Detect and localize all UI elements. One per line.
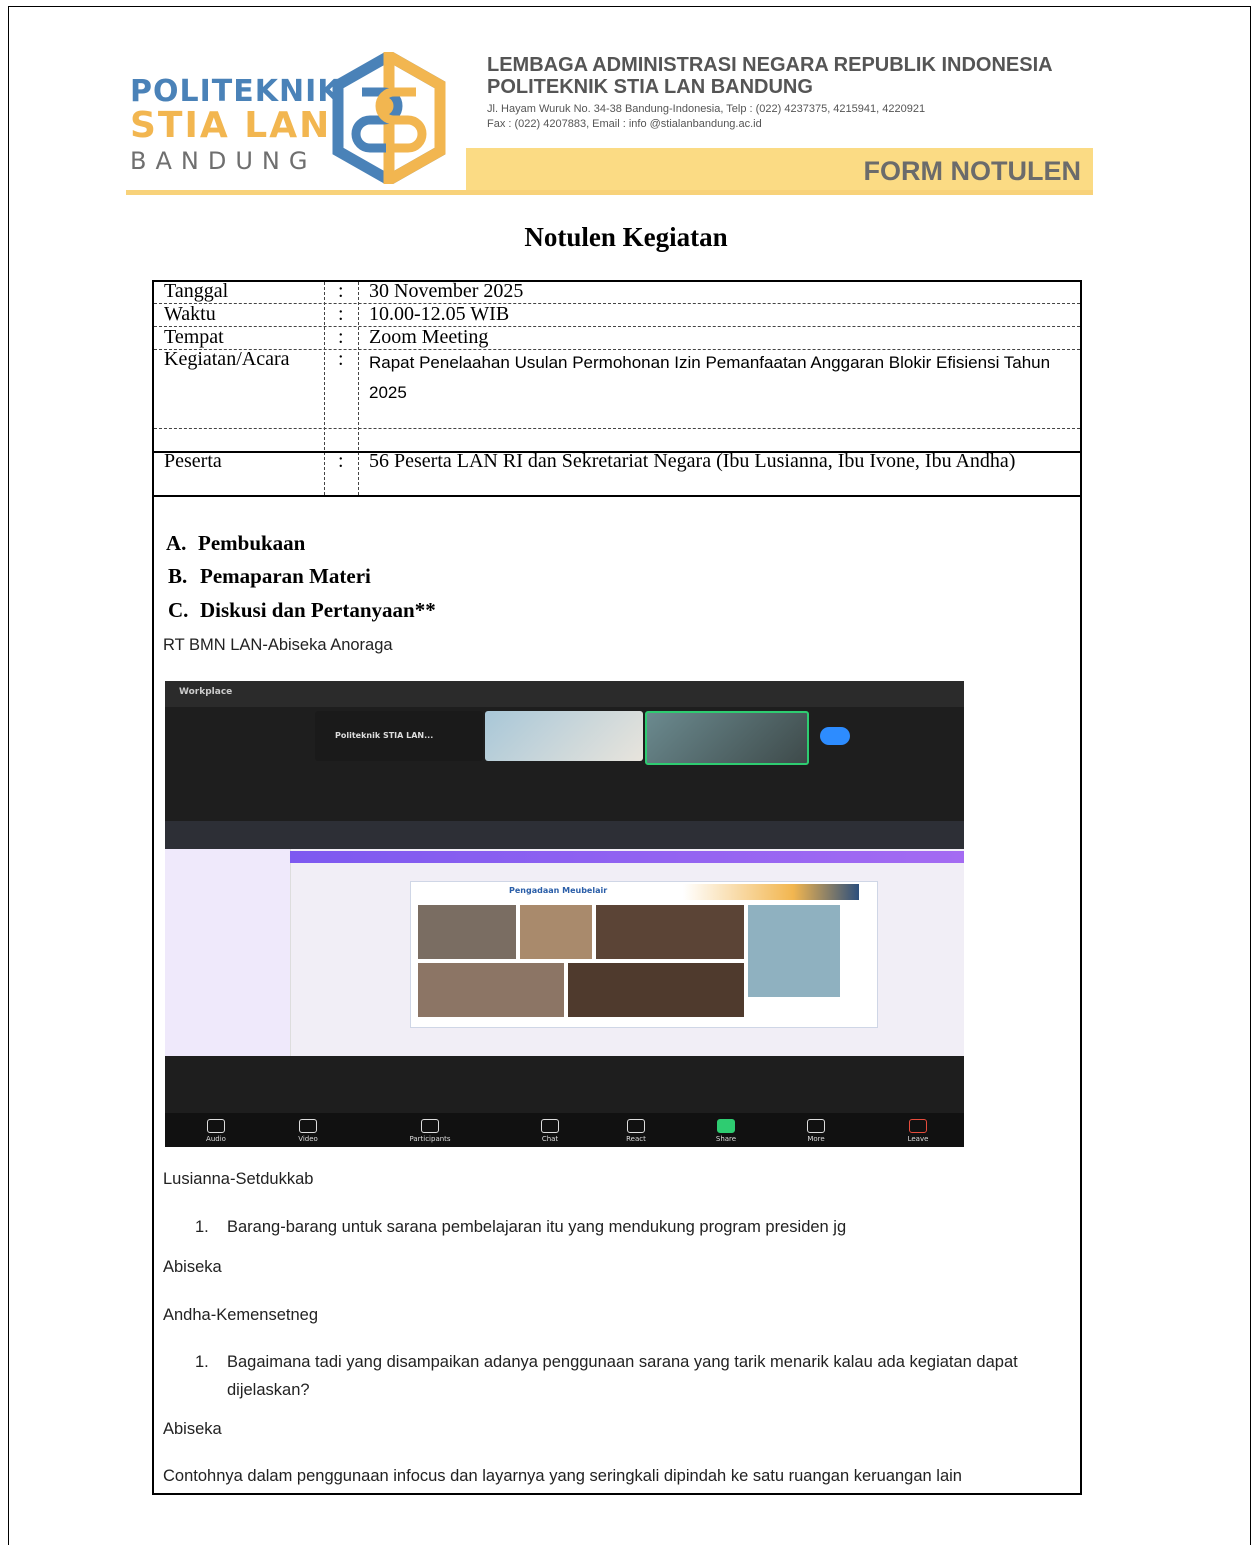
info-value: Rapat Penelaahan Usulan Permohonan Izin …: [369, 353, 1051, 402]
institution-name: LEMBAGA ADMINISTRASI NEGARA REPUBLIK IND…: [487, 54, 1053, 76]
participants-button: Participants: [405, 1119, 455, 1143]
shared-screen: Pengadaan Meubelair: [165, 821, 964, 1056]
slide-header: Pengadaan Meubelair: [419, 884, 859, 900]
slide-photo: [567, 962, 745, 1018]
header-rule: [126, 190, 1093, 195]
zoom-title-bar: Workplace: [165, 681, 964, 707]
participant-thumbnail: Politeknik STIA LAN...: [315, 711, 483, 761]
logo-line-2: STIA LAN: [130, 105, 332, 146]
section-c: C. Diskusi dan Pertanyaan**: [168, 598, 436, 623]
info-separator: :: [338, 303, 344, 325]
browser-toolbar: [165, 821, 964, 849]
info-row-tempat: Tempat : Zoom Meeting: [154, 326, 1080, 350]
info-value: 10.00-12.05 WIB: [369, 303, 510, 325]
canva-toolbar: [290, 851, 964, 863]
logo-line-3: BANDUNG: [130, 147, 317, 175]
section-title: Diskusi dan Pertanyaan**: [200, 598, 436, 622]
section-title: Pemaparan Materi: [200, 564, 371, 588]
active-speaker-video: [645, 711, 809, 765]
zoom-app-name: Workplace: [179, 687, 233, 697]
speaker-label: Andha-Kemensetneg: [163, 1306, 319, 1324]
info-value: 56 Peserta LAN RI dan Sekretariat Negara…: [369, 450, 1016, 472]
list-number: 1.: [195, 1218, 209, 1236]
info-label: Peserta: [164, 450, 222, 472]
info-value: 30 November 2025: [369, 280, 524, 302]
slide-photo: [747, 904, 841, 998]
next-page-icon: [820, 727, 850, 745]
zoom-toolbar: Audio Video Participants Chat React Shar…: [165, 1113, 964, 1147]
react-button: React: [611, 1119, 661, 1143]
leave-button: Leave: [893, 1119, 943, 1143]
section-letter: C.: [168, 598, 189, 622]
slide-photo: [417, 962, 565, 1018]
row-divider: [154, 428, 1080, 429]
more-icon: [807, 1119, 825, 1133]
slide-photo: [417, 904, 517, 960]
speaker-label: RT BMN LAN-Abiseka Anoraga: [163, 636, 393, 654]
logo-line-1: POLITEKNIK: [130, 74, 342, 109]
info-label: Tempat: [164, 326, 224, 348]
presentation-slide: Pengadaan Meubelair: [410, 881, 878, 1028]
participant-video: [485, 711, 643, 761]
info-row-waktu: Waktu : 10.00-12.05 WIB: [154, 303, 1080, 327]
speaker-label: Lusianna-Setdukkab: [163, 1170, 314, 1188]
slide-photo: [519, 904, 593, 960]
institution-contact: Fax : (022) 4207883, Email : info @stial…: [487, 118, 762, 130]
zoom-meeting-screenshot: Workplace Politeknik STIA LAN... Pengada…: [165, 681, 964, 1147]
more-button: More: [791, 1119, 841, 1143]
info-label: Waktu: [164, 303, 216, 325]
video-button: Video: [283, 1119, 333, 1143]
info-separator: :: [338, 450, 344, 472]
list-item-line: Bagaimana tadi yang disampaikan adanya p…: [227, 1353, 1018, 1371]
section-b: B. Pemaparan Materi: [168, 564, 371, 589]
speaker-label: Abiseka: [163, 1258, 222, 1276]
section-letter: A.: [166, 531, 187, 555]
institution-info: LEMBAGA ADMINISTRASI NEGARA REPUBLIK IND…: [487, 54, 1053, 131]
info-label: Tanggal: [164, 280, 229, 302]
slide-photo: [595, 904, 745, 960]
form-label-band: FORM NOTULEN: [466, 148, 1093, 192]
chat-button: Chat: [525, 1119, 575, 1143]
speaker-label: Abiseka: [163, 1420, 222, 1438]
info-row-kegiatan: Kegiatan/Acara : Rapat Penelaahan Usulan…: [154, 348, 1080, 428]
answer-text: Contohnya dalam penggunaan infocus dan l…: [163, 1467, 962, 1485]
info-separator: :: [338, 326, 344, 348]
form-label: FORM NOTULEN: [863, 156, 1081, 186]
people-icon: [421, 1119, 439, 1133]
microphone-icon: [207, 1119, 225, 1133]
section-title: Pembukaan: [198, 531, 306, 555]
info-separator: :: [338, 348, 344, 370]
section-a: A. Pembukaan: [166, 531, 305, 556]
info-row-peserta: Peserta : 56 Peserta LAN RI dan Sekretar…: [154, 450, 1080, 490]
list-item-line: dijelaskan?: [227, 1381, 310, 1399]
info-value: Zoom Meeting: [369, 326, 489, 348]
slide-title: Pengadaan Meubelair: [509, 886, 608, 895]
list-number: 1.: [195, 1353, 209, 1371]
thumbnail-label: Politeknik STIA LAN...: [335, 731, 434, 740]
share-button: Share: [701, 1119, 751, 1143]
info-label: Kegiatan/Acara: [164, 348, 290, 370]
institution-subname: POLITEKNIK STIA LAN BANDUNG: [487, 76, 813, 98]
heart-icon: [627, 1119, 645, 1133]
logo-wordmark: POLITEKNIK STIA LAN BANDUNG: [130, 76, 342, 176]
audio-button: Audio: [191, 1119, 241, 1143]
list-item: Barang-barang untuk sarana pembelajaran …: [227, 1218, 847, 1236]
share-screen-icon: [717, 1119, 735, 1133]
section-letter: B.: [168, 564, 188, 588]
chat-icon: [541, 1119, 559, 1133]
leave-icon: [909, 1119, 927, 1133]
info-table: Tanggal : 30 November 2025 Waktu : 10.00…: [152, 280, 1082, 497]
info-separator: :: [338, 280, 344, 302]
document-title: Notulen Kegiatan: [524, 222, 728, 252]
canva-sidebar: [165, 849, 291, 1056]
info-row-tanggal: Tanggal : 30 November 2025: [154, 280, 1080, 304]
camera-icon: [299, 1119, 317, 1133]
institution-address: Jl. Hayam Wuruk No. 34-38 Bandung-Indone…: [487, 103, 926, 115]
stia-lan-emblem-icon: [332, 52, 446, 184]
